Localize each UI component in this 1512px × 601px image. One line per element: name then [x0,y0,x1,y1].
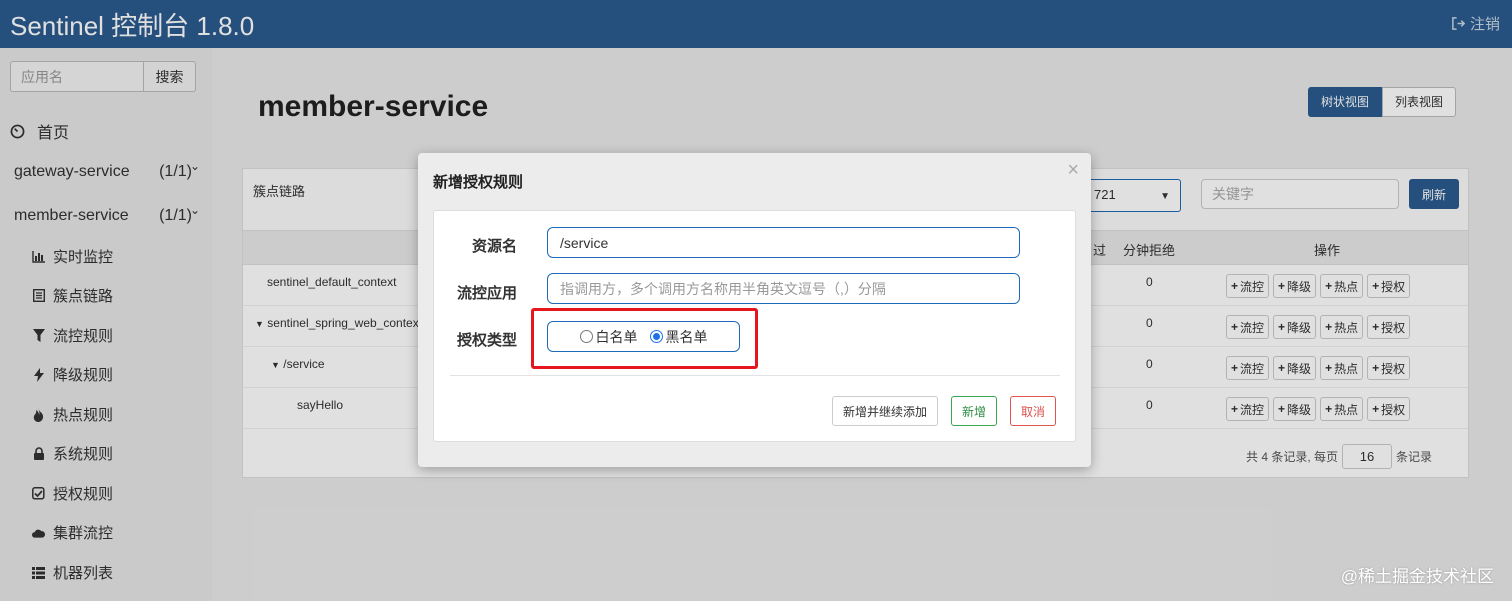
limit-app-label: 流控应用 [456,285,517,302]
dialog-form: 资源名 流控应用 授权类型 白名单 黑名单 新增并继续添加 新增 取消 [433,210,1076,442]
watermark: @稀土掘金技术社区 [1340,567,1494,586]
auth-type-label: 授权类型 [456,332,517,349]
highlight-annotation [531,308,758,369]
cancel-button[interactable]: 取消 [1010,396,1057,426]
add-auth-rule-dialog: 新增授权规则 × 资源名 流控应用 授权类型 白名单 黑名单 新增并继续添加 新… [418,153,1091,467]
resource-input[interactable] [547,227,1020,258]
divider [450,375,1060,376]
limit-app-input[interactable] [547,273,1020,304]
dialog-title: 新增授权规则 [433,174,524,191]
resource-label: 资源名 [471,238,517,255]
add-button[interactable]: 新增 [951,396,998,426]
close-icon[interactable]: × [1067,159,1079,182]
add-and-continue-button[interactable]: 新增并继续添加 [832,396,939,426]
